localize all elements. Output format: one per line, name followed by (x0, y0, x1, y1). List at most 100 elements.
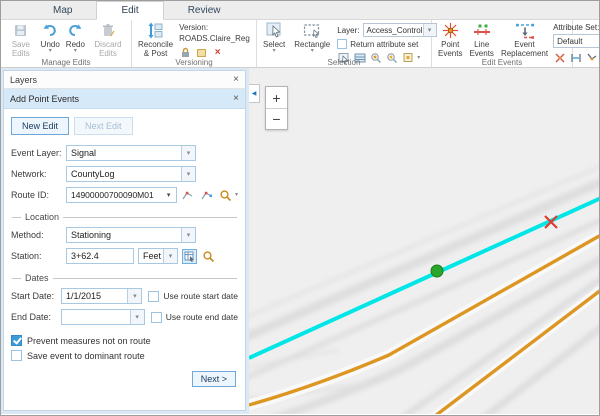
attribute-set-label: Attribute Set: (553, 23, 600, 32)
version-label: Version: (179, 23, 250, 32)
selection-layer-dropdown[interactable]: Access_Control ▾ (363, 23, 437, 37)
tab-edit[interactable]: Edit (96, 1, 163, 20)
next-edit-button[interactable]: Next Edit (74, 117, 133, 135)
map-view[interactable]: ◀ + − (249, 68, 599, 414)
undo-button[interactable]: Undo ▾ (39, 21, 62, 54)
group-label-versioning: Versioning (132, 58, 256, 67)
rectangle-select-icon (303, 22, 321, 39)
add-point-events-header: Add Point Events × (4, 89, 245, 109)
ribbon-tab-bar: Map Edit Review (1, 1, 599, 20)
method-label: Method: (11, 230, 66, 240)
zoom-in-button[interactable]: + (266, 87, 287, 108)
trash-icon (101, 22, 115, 39)
zoom-to-route-icon[interactable] (218, 188, 233, 203)
collapse-arrow-icon: ◀ (252, 90, 257, 97)
network-dropdown[interactable]: CountyLog ▾ (66, 166, 196, 182)
route-id-combobox[interactable]: 14900000700090M01 ▾ (66, 187, 177, 203)
redo-icon (67, 22, 83, 39)
start-date-label: Start Date: (11, 291, 61, 301)
point-events-icon (442, 22, 459, 39)
event-replacement-icon (515, 22, 535, 39)
group-manage-edits: Save Edits Undo ▾ Redo ▾ Discar (1, 20, 132, 67)
rectangle-caret-icon[interactable]: ▾ (311, 49, 314, 53)
dropdown-caret-icon: ▾ (127, 289, 141, 303)
snap-event-icon[interactable] (585, 51, 598, 64)
location-section-separator: Location (12, 212, 237, 222)
network-label: Network: (11, 169, 66, 179)
undo-icon (42, 22, 58, 39)
pick-station-from-map-button[interactable] (182, 249, 197, 264)
layer-label: Layer: (337, 26, 359, 35)
ribbon: Save Edits Undo ▾ Redo ▾ Discar (1, 20, 599, 68)
layers-close-icon[interactable]: × (233, 75, 239, 85)
save-icon (13, 22, 28, 39)
select-caret-icon[interactable]: ▾ (273, 49, 276, 53)
event-layer-label: Event Layer: (11, 148, 66, 158)
return-attribute-set-checkbox[interactable]: Return attribute set (337, 39, 436, 49)
left-dock: Layers × Add Point Events × New Edit Nex… (1, 68, 249, 414)
group-label-manage-edits: Manage Edits (1, 58, 131, 67)
point-events-button[interactable]: Point Events (436, 21, 464, 59)
event-layer-dropdown[interactable]: Signal ▾ (66, 145, 196, 161)
dropdown-caret-icon: ▾ (162, 188, 176, 202)
dates-section-label: Dates (25, 273, 49, 283)
save-edits-button[interactable]: Save Edits (5, 21, 37, 59)
dropdown-caret-icon: ▾ (163, 249, 177, 263)
select-button[interactable]: Select ▾ (261, 21, 287, 54)
layers-pane-header: Layers × (4, 71, 245, 89)
line-events-button[interactable]: Line Events (467, 21, 495, 59)
select-cursor-icon (266, 22, 283, 39)
start-date-input[interactable]: 1/1/2015 ▾ (61, 288, 142, 304)
event-point-marker[interactable] (431, 265, 443, 277)
panel-collapse-button[interactable]: ◀ (249, 84, 260, 103)
group-label-selection: Selection (257, 58, 431, 67)
undo-caret-icon[interactable]: ▾ (49, 49, 52, 53)
station-input[interactable]: 3+62.4 (66, 248, 134, 264)
version-value: ROADS.Claire_Reg (179, 34, 250, 43)
new-edit-button[interactable]: New Edit (11, 117, 69, 135)
select-route-on-map-icon[interactable] (181, 188, 196, 203)
add-point-events-title: Add Point Events (10, 94, 79, 104)
use-route-start-date-checkbox[interactable]: Use route start date (148, 291, 238, 302)
redo-button[interactable]: Redo ▾ (64, 21, 87, 54)
app-window: Map Edit Review Save Edits Undo ▾ (0, 0, 600, 416)
panel-frame: Layers × Add Point Events × New Edit Nex… (3, 70, 246, 411)
pick-route-from-map-icon[interactable] (199, 188, 214, 203)
prevent-measures-checkbox[interactable]: Prevent measures not on route (11, 335, 238, 346)
station-label: Station: (11, 251, 66, 261)
station-unit-dropdown[interactable]: Feet ▾ (138, 248, 178, 264)
dropdown-caret-icon: ▾ (181, 228, 195, 242)
map-imagery-stripes (249, 162, 599, 414)
route-id-label: Route ID: (11, 190, 66, 200)
group-edit-events: Point Events Line Events Event Replaceme… (432, 20, 573, 67)
discard-edits-button[interactable]: Discard Edits (89, 21, 127, 59)
group-selection: Select ▾ Rectangle ▾ Layer: Access_Contr… (257, 20, 432, 67)
location-section-label: Location (25, 212, 59, 222)
use-route-end-date-checkbox[interactable]: Use route end date (151, 312, 238, 323)
line-events-icon (473, 22, 491, 39)
next-button[interactable]: Next > (192, 371, 236, 387)
dominant-route-checkbox[interactable]: Save event to dominant route (11, 350, 238, 361)
end-date-label: End Date: (11, 312, 61, 322)
attribute-set-dropdown[interactable]: Default ▾ (553, 34, 600, 48)
group-label-edit-events: Edit Events (432, 58, 572, 67)
add-point-events-body: New Edit Next Edit Event Layer: Signal ▾… (4, 109, 245, 410)
zoom-options-caret-icon[interactable]: ▾ (235, 193, 238, 197)
tab-map[interactable]: Map (29, 2, 96, 19)
method-dropdown[interactable]: Stationing ▾ (66, 227, 196, 243)
layers-pane-title: Layers (10, 75, 37, 85)
rectangle-select-button[interactable]: Rectangle ▾ (292, 21, 332, 54)
zoom-out-button[interactable]: − (266, 108, 287, 129)
group-versioning: Reconcile & Post Version: ROADS.Claire_R… (132, 20, 257, 67)
tab-review[interactable]: Review (164, 2, 245, 19)
add-point-events-close-icon[interactable]: × (233, 94, 239, 104)
dropdown-caret-icon: ▾ (130, 310, 144, 324)
reconcile-post-button[interactable]: Reconcile & Post (136, 21, 175, 59)
event-replacement-button[interactable]: Event Replacement (499, 21, 550, 59)
redo-caret-icon[interactable]: ▾ (74, 49, 77, 53)
dropdown-caret-icon: ▾ (181, 167, 195, 181)
reconcile-icon (147, 22, 164, 39)
map-canvas (249, 68, 599, 414)
zoom-to-station-icon[interactable] (201, 249, 216, 264)
end-date-input[interactable]: ▾ (61, 309, 145, 325)
